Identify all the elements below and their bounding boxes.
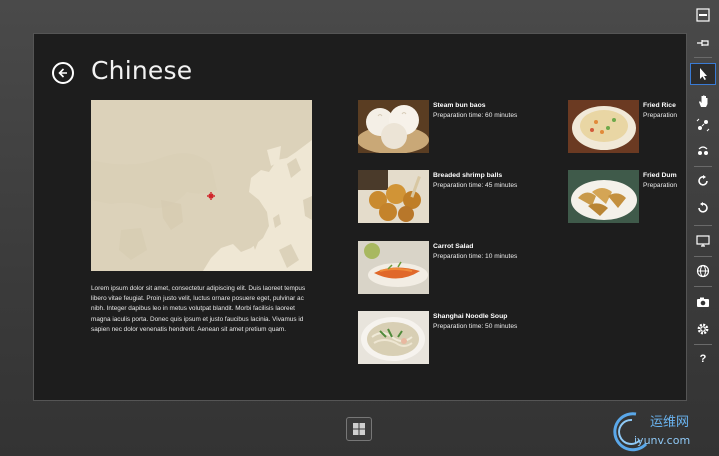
windows-logo-icon <box>353 423 365 435</box>
windows-start-button[interactable] <box>346 417 372 441</box>
watermark-text: 运维网 <box>650 415 690 430</box>
monitor-icon <box>696 235 710 247</box>
camera-icon <box>697 297 709 307</box>
change-resolution-button[interactable] <box>690 230 716 252</box>
recipe-thumbnail <box>358 170 429 223</box>
gear-icon <box>697 323 709 335</box>
watermark-url: iyunv.com <box>634 434 691 447</box>
recipe-thumbnail <box>568 170 639 223</box>
rotation-touch-button[interactable] <box>690 140 716 162</box>
recipe-item[interactable]: Breaded shrimp balls Preparation time: 4… <box>358 170 548 224</box>
region-map <box>91 100 312 271</box>
recipe-thumbnail <box>358 241 429 294</box>
recipe-thumbnail <box>358 311 429 364</box>
recipe-thumbnail <box>358 100 429 153</box>
back-arrow-icon <box>58 68 67 78</box>
recipe-prep-time: Preparation time: 50 minutes <box>433 323 518 330</box>
recipe-item[interactable]: Fried Dumplings Preparation time: 30 min… <box>568 170 686 224</box>
rotate-touch-icon <box>698 146 708 155</box>
app-screen: Chinese Lorem ipsum dolor sit amet, cons… <box>33 33 687 401</box>
recipe-item[interactable]: Shanghai Noodle Soup Preparation time: 5… <box>358 311 548 365</box>
recipe-prep-time: Preparation time: 20 minutes <box>643 112 677 119</box>
touch-mode-button[interactable] <box>690 90 716 112</box>
location-settings-button[interactable] <box>690 260 716 282</box>
recipe-thumbnail <box>568 100 639 153</box>
rotate-clockwise-button[interactable] <box>690 170 716 192</box>
recipe-prep-time: Preparation time: 45 minutes <box>433 182 518 189</box>
rotate-clockwise-icon <box>698 175 708 186</box>
pointer-icon <box>700 68 707 80</box>
page-title: Chinese <box>91 56 193 85</box>
rotate-counterclockwise-button[interactable] <box>690 197 716 219</box>
recipe-name: Fried Rice <box>643 102 676 109</box>
pinch-icon <box>696 118 710 132</box>
pinch-zoom-button[interactable] <box>690 114 716 136</box>
recipe-name: Steam bun baos <box>433 102 486 109</box>
recipe-prep-time: Preparation time: 10 minutes <box>433 253 518 260</box>
help-icon: ? <box>699 353 707 365</box>
recipe-name: Shanghai Noodle Soup <box>433 313 508 320</box>
simulator-toolbar: ? <box>690 0 719 456</box>
mouse-mode-button[interactable] <box>690 63 716 85</box>
pin-button[interactable] <box>690 32 716 54</box>
recipe-item[interactable]: Steam bun baos Preparation time: 60 minu… <box>358 100 548 154</box>
cuisine-description: Lorem ipsum dolor sit amet, consectetur … <box>91 285 306 333</box>
recipe-prep-time: Preparation time: 30 minutes <box>643 182 677 189</box>
recipe-name: Fried Dumplings <box>643 172 677 179</box>
rotate-counterclockwise-icon <box>698 202 708 213</box>
recipe-item[interactable]: Fried Rice Preparation time: 20 minutes <box>568 100 686 154</box>
recipe-name: Breaded shrimp balls <box>433 172 503 179</box>
recipe-prep-time: Preparation time: 60 minutes <box>433 112 518 119</box>
minimize-button[interactable] <box>690 4 716 26</box>
help-button[interactable]: ? <box>690 348 716 370</box>
pin-icon <box>697 40 709 46</box>
back-button[interactable] <box>52 62 74 84</box>
globe-icon <box>696 264 710 278</box>
recipe-item[interactable]: Carrot Salad Preparation time: 10 minute… <box>358 241 548 295</box>
screenshot-button[interactable] <box>690 291 716 313</box>
settings-button[interactable] <box>690 318 716 340</box>
hand-icon <box>699 95 708 107</box>
minimize-icon <box>696 8 710 22</box>
recipe-name: Carrot Salad <box>433 243 474 250</box>
